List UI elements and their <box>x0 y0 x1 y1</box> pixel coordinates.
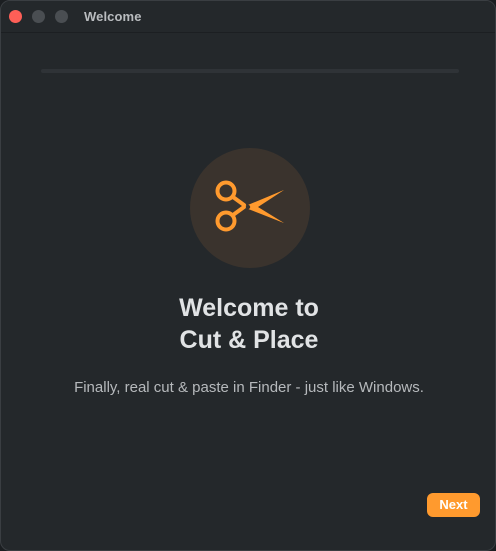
welcome-heading: Welcome to Cut & Place <box>1 292 495 356</box>
onboarding-progress-bar <box>41 69 459 73</box>
next-button[interactable]: Next <box>427 493 480 517</box>
heading-line-2: Cut & Place <box>179 326 319 354</box>
title-bar: Welcome <box>1 1 495 33</box>
window-title: Welcome <box>84 9 142 24</box>
hero-icon-badge <box>190 148 310 268</box>
heading-line-1: Welcome to <box>179 294 319 322</box>
welcome-window: Welcome Welcome to Cut & Place Finally, … <box>0 0 496 551</box>
minimize-window-button[interactable] <box>32 10 45 23</box>
welcome-subtitle: Finally, real cut & paste in Finder - ju… <box>74 379 424 396</box>
zoom-window-button[interactable] <box>55 10 68 23</box>
close-window-button[interactable] <box>9 10 22 23</box>
